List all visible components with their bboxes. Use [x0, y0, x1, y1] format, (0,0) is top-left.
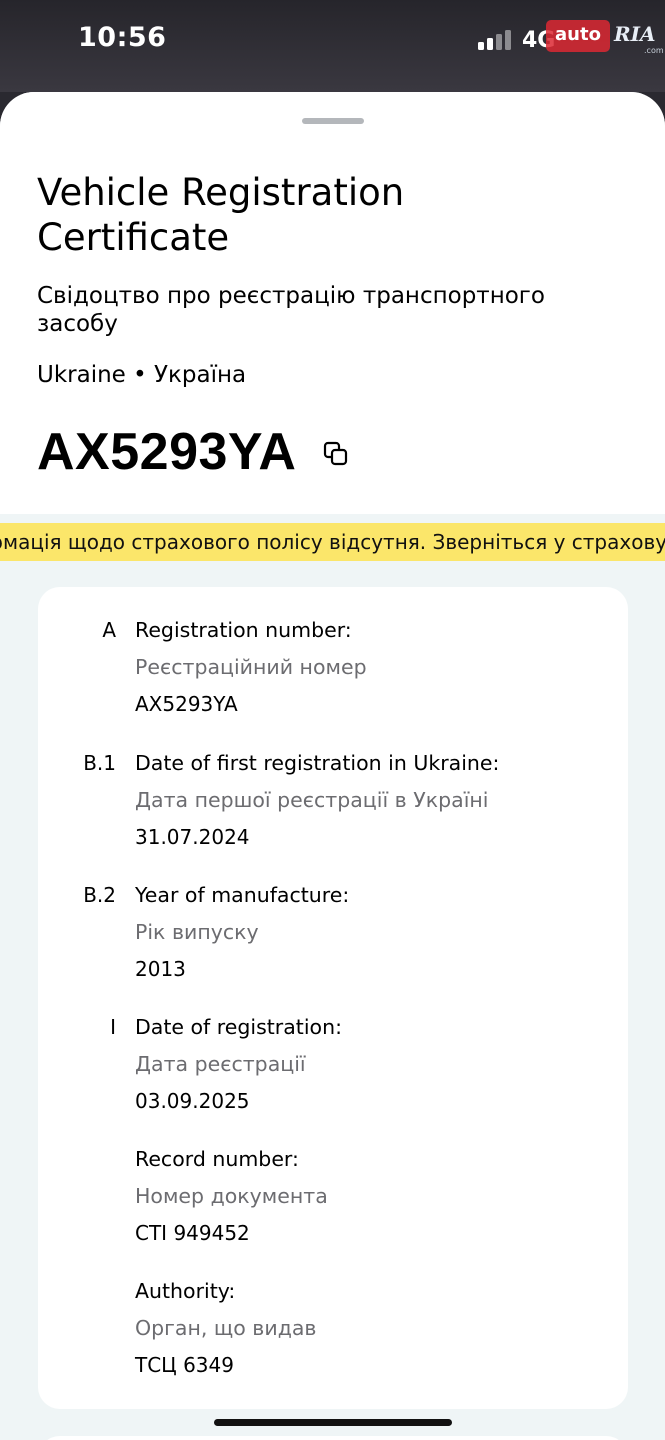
field-label-ua: Реєстраційний номер: [135, 655, 367, 679]
field-label-ua: Дата реєстрації: [135, 1052, 306, 1076]
field-label-en: Year of manufacture:: [135, 883, 350, 907]
field-label-en: Date of registration:: [135, 1015, 342, 1039]
certificate-sheet: Vehicle Registration Certificate Свідоцт…: [0, 92, 665, 1440]
field-value: AX5293YA: [135, 692, 238, 716]
sheet-grabber[interactable]: [302, 118, 364, 124]
status-time: 10:56: [78, 22, 167, 53]
field-label-ua: Номер документа: [135, 1184, 328, 1208]
watermark-auto: auto: [546, 20, 610, 52]
field-code: B.1: [83, 751, 116, 775]
country-label: Ukraine • Україна: [37, 362, 247, 388]
field-label-en: Record number:: [135, 1147, 299, 1171]
field-value: 2013: [135, 957, 186, 981]
field-label-en: Authority:: [135, 1279, 236, 1303]
field-label-en: Date of first registration in Ukraine:: [135, 751, 500, 775]
field-code: A: [102, 618, 116, 642]
field-code: B.2: [83, 883, 116, 907]
banner-text: Інформація щодо страхового полісу відсут…: [0, 530, 665, 554]
field-value: 31.07.2024: [135, 825, 250, 849]
autoria-watermark: auto RIA .com: [546, 18, 664, 58]
plate-number: AX5293YA: [37, 423, 297, 481]
field-code: I: [110, 1015, 116, 1039]
details-card: A Registration number: Реєстраційний ном…: [38, 587, 628, 1409]
field-label-ua: Орган, що видав: [135, 1316, 317, 1340]
field-label-ua: Дата першої реєстрації в Україні: [135, 788, 489, 812]
field-label-en: Registration number:: [135, 618, 352, 642]
field-value: СТІ 949452: [135, 1221, 250, 1245]
next-card: [38, 1436, 628, 1440]
field-label-ua: Рік випуску: [135, 920, 259, 944]
home-indicator[interactable]: [214, 1419, 452, 1426]
field-value: ТСЦ 6349: [135, 1353, 234, 1377]
copy-icon[interactable]: [322, 440, 350, 468]
watermark-com: .com: [644, 46, 664, 55]
signal-icon: [478, 28, 514, 50]
field-value: 03.09.2025: [135, 1089, 250, 1113]
page-subtitle: Свідоцтво про реєстрацію транспортного з…: [37, 283, 545, 337]
watermark-ria: RIA: [614, 22, 656, 46]
status-bar: 10:56 4G auto RIA .com: [0, 0, 665, 92]
page-title: Vehicle Registration Certificate: [37, 171, 405, 259]
insurance-banner: Інформація щодо страхового полісу відсут…: [0, 523, 665, 561]
